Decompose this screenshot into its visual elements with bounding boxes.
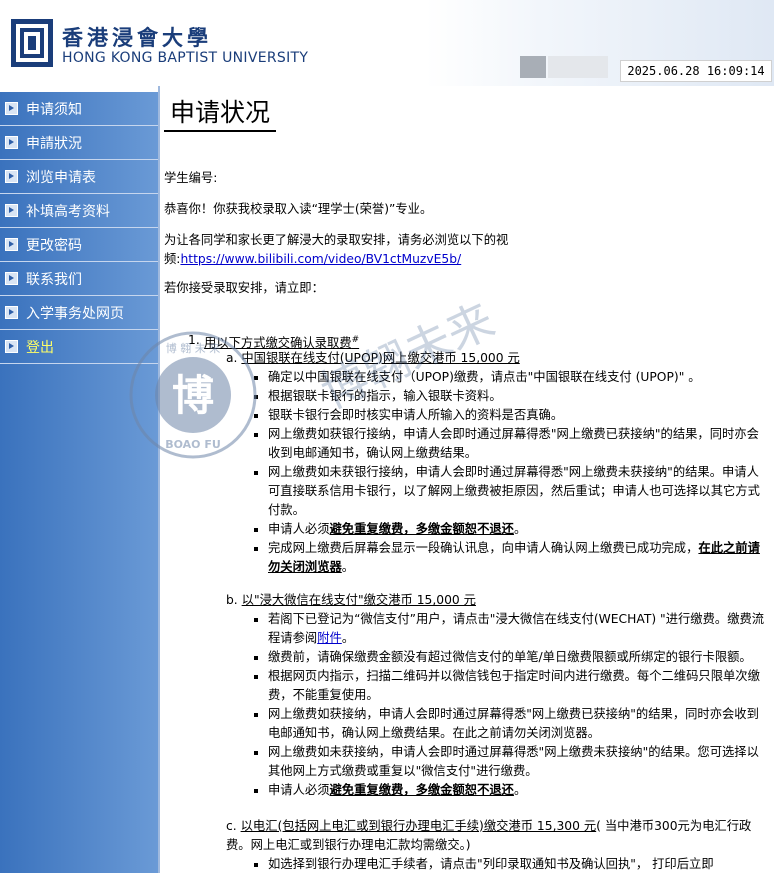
attachment-link[interactable]: 附件 xyxy=(317,631,342,645)
watermark-text: 博翱未来 xyxy=(313,292,503,410)
sidebar-item-view-application[interactable]: 浏览申请表 xyxy=(0,160,158,194)
option-title: 以电汇(包括网上电汇或到银行办理电汇手续)缴交港币 15,300 元 xyxy=(240,819,597,833)
sidebar-item-admissions-office[interactable]: 入学事务处网页 xyxy=(0,296,158,330)
sidebar-item-label: 联系我们 xyxy=(26,271,82,288)
sidebar-item-gaokao-info[interactable]: 补填高考资料 xyxy=(0,194,158,228)
sidebar-item-label: 补填高考资料 xyxy=(26,203,110,220)
header-banner: 香港浸會大學 HONG KONG BAPTIST UNIVERSITY 2025… xyxy=(0,0,774,86)
list-item: 完成网上缴费后屏幕会显示一段确认讯息，向申请人确认网上缴费已成功完成，在此之前请… xyxy=(268,539,770,577)
video-link[interactable]: https://www.bilibili.com/video/BV1ctMuzv… xyxy=(180,252,461,266)
list-item: 网上缴费如未获接纳，申请人会即时通过屏幕得悉"网上缴费未获接纳"的结果。您可选择… xyxy=(268,743,770,781)
arrow-right-icon xyxy=(5,238,18,251)
congrats-text: 恭喜你！你获我校录取入读“理学士(荣誉)”专业。 xyxy=(164,202,433,216)
payment-option-telegraphic: c. 以电汇(包括网上电汇或到银行办理电汇手续)缴交港币 15,300 元( 当… xyxy=(226,817,770,874)
option-title: 以"浸大微信在线支付"缴交港币 15,000 元 xyxy=(241,593,476,607)
sidebar-divider xyxy=(158,86,160,873)
main-content: 申请状况 学生编号: 恭喜你！你获我校录取入读“理学士(荣誉)”专业。 为让各同… xyxy=(164,86,772,873)
arrow-right-icon xyxy=(5,272,18,285)
arrow-right-icon xyxy=(5,102,18,115)
list-item: 网上缴费如获接纳，申请人会即时通过屏幕得悉"网上缴费已获接纳"的结果，同时亦会收… xyxy=(268,705,770,743)
list-item: 如选择到银行办理电汇手续者，请点击"列印录取通知书及确认回执"， 打印后立即 xyxy=(268,855,770,874)
video-notice: 为让各同学和家长更了解浸大的录取安排，请务必浏览以下的视频:https://ww… xyxy=(164,233,509,266)
sidebar-item-change-password[interactable]: 更改密码 xyxy=(0,228,158,262)
student-number-label: 学生编号: xyxy=(164,171,218,185)
university-name-en: HONG KONG BAPTIST UNIVERSITY xyxy=(62,50,309,66)
university-logo-icon xyxy=(11,19,53,67)
svg-text:BOAO FU: BOAO FU xyxy=(165,438,221,451)
sidebar-item-label: 申请须知 xyxy=(26,101,82,118)
sidebar-item-label: 更改密码 xyxy=(26,237,82,254)
page-title: 申请状况 xyxy=(164,96,277,132)
list-item: 根据网页内指示，扫描二维码并以微信钱包于指定时间内进行缴费。每个二维码只限单次缴… xyxy=(268,667,770,705)
arrow-right-icon xyxy=(5,306,18,319)
redacted-block xyxy=(548,56,608,78)
list-item: 若阁下已登记为“微信支付”用户，请点击"浸大微信在线支付(WECHAT) "进行… xyxy=(268,610,770,648)
sidebar-item-contact-us[interactable]: 联系我们 xyxy=(0,262,158,296)
list-item: 申请人必须避免重复缴费，多缴金额恕不退还。 xyxy=(268,781,770,800)
list-item: 网上缴费如获银行接纳，申请人会即时通过屏幕得悉"网上缴费已获接纳"的结果，同时亦… xyxy=(268,425,770,463)
datetime-display: 2025.06.28 16:09:14 xyxy=(620,60,772,82)
svg-text:博 翱 未 来: 博 翱 未 来 xyxy=(166,341,221,355)
sidebar-item-application-notes[interactable]: 申请须知 xyxy=(0,92,158,126)
list-item: 网上缴费如未获银行接纳，申请人会即时通过屏幕得悉"网上缴费未获接纳"的结果。申请… xyxy=(268,463,770,520)
payment-option-wechat: b. 以"浸大微信在线支付"缴交港币 15,000 元 若阁下已登记为“微信支付… xyxy=(226,591,770,800)
sidebar-nav: 申请须知 申請狀況 浏览申请表 补填高考资料 更改密码 联系我们 入学事务处网页… xyxy=(0,86,158,873)
sidebar-item-label: 登出 xyxy=(26,339,54,356)
svg-text:博翱未来: 博翱未来 xyxy=(313,292,503,410)
sidebar-item-label: 申請狀況 xyxy=(26,135,82,152)
sidebar-item-label: 浏览申请表 xyxy=(26,169,96,186)
svg-text:博: 博 xyxy=(172,371,214,420)
arrow-right-icon xyxy=(5,204,18,217)
arrow-right-icon xyxy=(5,170,18,183)
arrow-right-icon xyxy=(5,136,18,149)
sidebar-item-application-status[interactable]: 申請狀況 xyxy=(0,126,158,160)
list-item: 申请人必须避免重复缴费，多缴金额恕不退还。 xyxy=(268,520,770,539)
list-item: 缴费前，请确保缴费金额没有超过微信支付的单笔/单日缴费限额或所绑定的银行卡限额。 xyxy=(268,648,770,667)
arrow-right-icon xyxy=(5,340,18,353)
sidebar-item-label: 入学事务处网页 xyxy=(26,305,124,322)
redacted-block xyxy=(520,56,546,78)
watermark-stamp-icon: 博 博 翱 未 来 BOAO FU xyxy=(129,331,257,459)
university-name-cn: 香港浸會大學 xyxy=(62,25,212,50)
